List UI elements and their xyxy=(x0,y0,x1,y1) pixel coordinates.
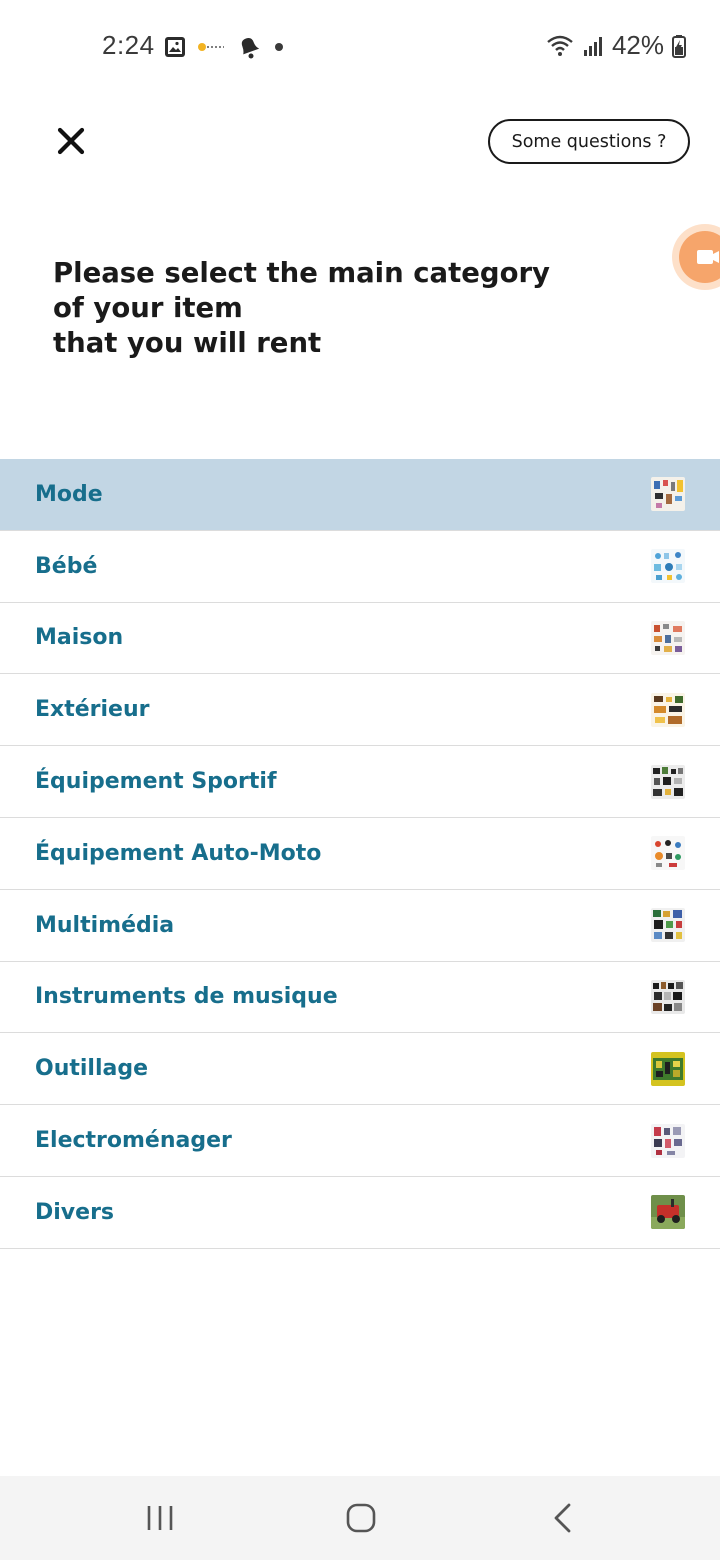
category-thumbnail-electromenager xyxy=(651,1123,685,1158)
category-item-divers[interactable]: Divers xyxy=(0,1177,720,1249)
category-thumbnail-maison xyxy=(651,620,685,655)
category-thumbnail-bebe xyxy=(651,549,685,584)
category-label: Electroménager xyxy=(35,1128,232,1154)
wifi-icon xyxy=(547,35,573,56)
category-item-equipement-auto-moto[interactable]: Équipement Auto-Moto xyxy=(0,818,720,890)
status-system-icons: 42% xyxy=(546,30,686,61)
battery-icon xyxy=(672,34,686,58)
category-label: Maison xyxy=(35,625,124,651)
floating-camera-button[interactable] xyxy=(672,224,720,290)
category-item-maison[interactable]: Maison xyxy=(0,603,720,675)
category-thumbnail-outillage xyxy=(651,1051,685,1086)
category-list: Mode Bébé Maison Extérieur Équipement Sp… xyxy=(0,459,720,1249)
back-icon xyxy=(554,1503,571,1533)
battery-percentage: 42% xyxy=(611,30,664,60)
system-navigation-bar xyxy=(0,1476,720,1560)
home-icon xyxy=(346,1503,376,1533)
page-title-line-2: of your item xyxy=(53,292,243,324)
category-label: Équipement Auto-Moto xyxy=(35,840,322,866)
category-thumbnail-multimedia xyxy=(651,908,685,943)
camera-icon xyxy=(679,231,720,283)
category-item-multimedia[interactable]: Multimédia xyxy=(0,890,720,962)
category-item-outillage[interactable]: Outillage xyxy=(0,1033,720,1106)
category-item-mode[interactable]: Mode xyxy=(0,459,720,531)
page-title: Please select the main category of your … xyxy=(53,256,613,361)
category-thumbnail-instruments-de-musique xyxy=(651,979,685,1014)
status-bar: 2:24 42% xyxy=(0,0,720,94)
some-questions-button[interactable]: Some questions ? xyxy=(488,119,690,164)
status-notification-icons xyxy=(164,34,286,60)
recent-apps-button[interactable] xyxy=(130,1494,190,1542)
image-notification-icon xyxy=(165,37,185,57)
category-thumbnail-divers xyxy=(651,1195,685,1230)
status-time: 2:24 xyxy=(102,30,155,60)
dot-icon xyxy=(275,43,283,51)
category-item-equipement-sportif[interactable]: Équipement Sportif xyxy=(0,746,720,818)
category-label: Outillage xyxy=(35,1056,149,1082)
category-thumbnail-exterieur xyxy=(651,692,685,727)
category-label: Multimédia xyxy=(35,912,175,938)
category-thumbnail-equipement-sportif xyxy=(651,764,685,799)
page-title-line-1: Please select the main category xyxy=(53,257,550,289)
category-label: Instruments de musique xyxy=(35,984,338,1010)
category-label: Bébé xyxy=(35,553,98,579)
app-notification-icon xyxy=(198,43,224,51)
page-title-line-3: that you will rent xyxy=(53,327,322,359)
close-icon xyxy=(57,127,85,155)
recent-apps-icon xyxy=(147,1506,173,1530)
category-label: Divers xyxy=(35,1199,115,1225)
category-thumbnail-equipement-auto-moto xyxy=(651,836,685,871)
category-item-bebe[interactable]: Bébé xyxy=(0,531,720,603)
category-item-instruments-de-musique[interactable]: Instruments de musique xyxy=(0,962,720,1034)
bell-icon xyxy=(241,37,260,59)
category-thumbnail-mode xyxy=(651,477,685,512)
category-label: Équipement Sportif xyxy=(35,769,277,795)
category-item-electromenager[interactable]: Electroménager xyxy=(0,1105,720,1177)
back-button[interactable] xyxy=(533,1494,593,1542)
home-button[interactable] xyxy=(331,1494,391,1542)
close-button[interactable] xyxy=(54,124,88,158)
category-label: Mode xyxy=(35,481,103,507)
signal-icon xyxy=(583,36,602,56)
category-label: Extérieur xyxy=(35,697,150,723)
category-item-exterieur[interactable]: Extérieur xyxy=(0,674,720,747)
